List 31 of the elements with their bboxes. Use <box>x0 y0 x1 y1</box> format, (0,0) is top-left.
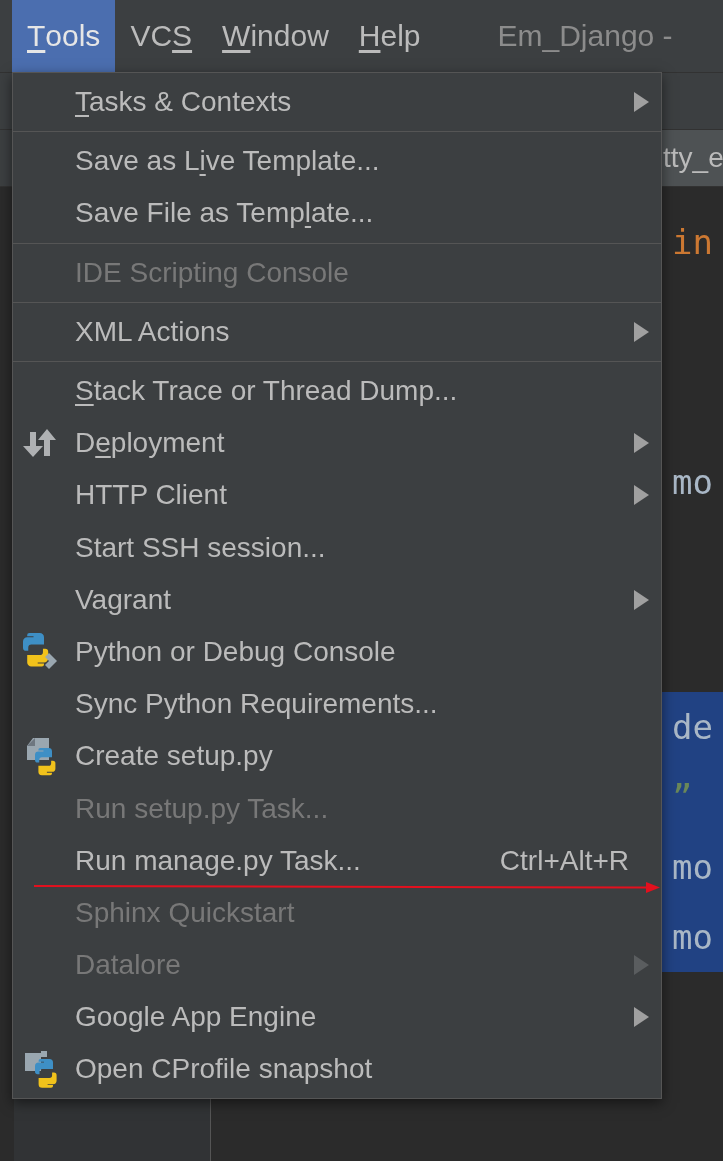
menu-item[interactable]: Open CProfile snapshot <box>13 1043 661 1096</box>
transfer-arrows-icon <box>23 428 57 459</box>
menu-item[interactable]: Tasks & Contexts <box>13 76 661 129</box>
submenu-arrow-icon <box>633 589 649 610</box>
editor-tab[interactable]: tty_e <box>661 130 723 186</box>
menu-item[interactable]: Save as Live Template... <box>13 135 661 188</box>
menu-item[interactable]: Python or Debug Console <box>13 625 661 679</box>
submenu-arrow-icon <box>633 1007 649 1028</box>
menu-item[interactable]: Google App Engine <box>13 991 661 1044</box>
submenu-arrow-icon <box>633 92 649 113</box>
menu-item[interactable]: XML Actions <box>13 305 661 358</box>
menu-item[interactable]: Stack Trace or Thread Dump... <box>13 364 661 418</box>
submenu-arrow-icon <box>633 433 649 454</box>
menu-bar-item[interactable]: VCS <box>115 0 208 72</box>
submenu-arrow-icon <box>633 485 649 506</box>
menu-item[interactable]: Sync Python Requirements... <box>13 678 661 731</box>
menu-bar-item[interactable]: Window <box>207 0 344 72</box>
menu-item[interactable]: Create setup.py <box>13 730 661 783</box>
menu-bar-item[interactable]: Help <box>343 0 436 72</box>
menu-item[interactable]: Vagrant <box>13 573 661 626</box>
window-title: Em_Django - <box>497 18 673 54</box>
shortcut-label: Ctrl+Alt+R <box>499 844 629 877</box>
submenu-arrow-icon <box>633 321 649 342</box>
menu-item[interactable]: Save File as Template... <box>13 187 661 240</box>
menu-bar-item[interactable]: Tools <box>12 0 116 72</box>
menu-item[interactable]: Start SSH session... <box>13 521 661 574</box>
menu-item[interactable]: Deployment <box>13 417 661 470</box>
code-line: in <box>671 221 714 264</box>
code-line: mo <box>671 461 714 504</box>
menu-item[interactable]: HTTP Client <box>13 469 661 522</box>
submenu-arrow-icon <box>633 955 649 976</box>
